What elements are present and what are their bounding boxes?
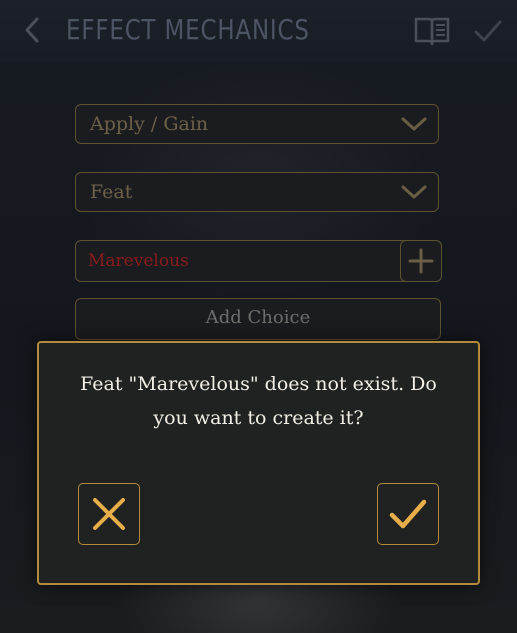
close-x-icon bbox=[93, 498, 125, 530]
top-bar: EFFECT MECHANICS bbox=[0, 0, 517, 62]
plus-icon bbox=[408, 248, 433, 273]
checkmark-icon bbox=[389, 499, 427, 529]
create-feat-dialog: Feat "Marevelous" does not exist. Do you… bbox=[37, 341, 480, 585]
dialog-cancel-button[interactable] bbox=[78, 483, 140, 545]
chevron-left-icon bbox=[25, 17, 39, 43]
page-title: EFFECT MECHANICS bbox=[66, 13, 310, 46]
feat-name-value: Marevelous bbox=[88, 251, 189, 271]
dialog-message-line-2: you want to create it? bbox=[153, 407, 364, 429]
action-select-value: Apply / Gain bbox=[90, 113, 209, 135]
dialog-message-line-1: Feat "Marevelous" does not exist. Do bbox=[80, 373, 437, 395]
back-button[interactable] bbox=[14, 12, 50, 48]
feat-name-input[interactable]: Marevelous bbox=[75, 239, 442, 282]
type-select-value: Feat bbox=[90, 181, 133, 203]
header-confirm-button[interactable] bbox=[470, 14, 506, 48]
action-select[interactable]: Apply / Gain bbox=[75, 104, 439, 144]
add-feat-button[interactable] bbox=[399, 239, 442, 282]
open-book-icon bbox=[414, 17, 450, 46]
add-choice-button[interactable]: Add Choice bbox=[75, 298, 441, 340]
reference-book-button[interactable] bbox=[412, 14, 452, 48]
dialog-confirm-button[interactable] bbox=[377, 483, 439, 545]
chevron-down-icon bbox=[401, 117, 427, 131]
type-select[interactable]: Feat bbox=[75, 172, 439, 212]
checkmark-icon bbox=[474, 20, 502, 42]
chevron-down-icon bbox=[401, 185, 427, 199]
dialog-message: Feat "Marevelous" does not exist. Do you… bbox=[59, 367, 458, 435]
